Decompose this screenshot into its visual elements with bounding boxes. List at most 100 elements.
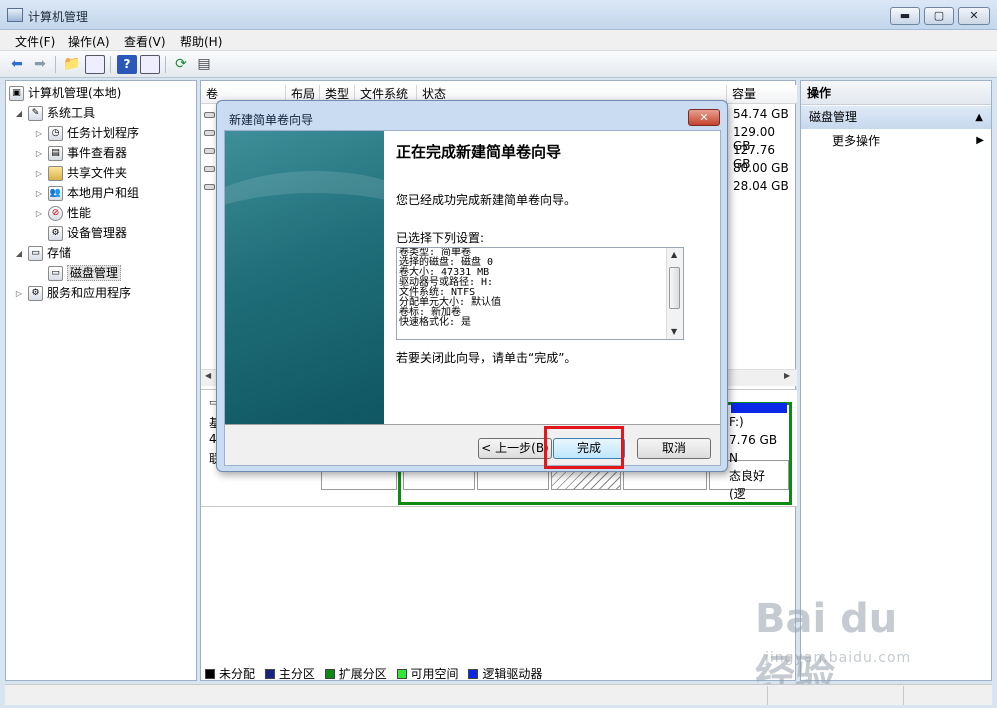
button-separator: [225, 424, 720, 425]
logical-drive-bar: [731, 403, 787, 413]
tree-item-root[interactable]: ▣ 计算机管理(本地): [9, 84, 121, 103]
actions-section-label: 磁盘管理: [809, 110, 858, 124]
dialog-close-button[interactable]: ✕: [688, 109, 720, 126]
menubar: 文件(F) 操作(A) 查看(V) 帮助(H): [0, 30, 997, 51]
properties-icon[interactable]: [140, 55, 160, 74]
tree-item-event-viewer[interactable]: ▷ ▤ 事件查看器: [34, 144, 127, 163]
finish-button-highlight-box: [544, 426, 624, 469]
window-titlebar: 计算机管理 ▬ ▢ ✕: [0, 0, 997, 30]
legend-unallocated: 未分配: [205, 667, 255, 681]
scroll-up-icon[interactable]: ▲: [671, 250, 677, 259]
wizard-content: 正在完成新建简单卷向导 您已经成功完成新建简单卷向导。 已选择下列设置: 卷类型…: [384, 131, 720, 424]
up-folder-icon[interactable]: 📁: [62, 55, 82, 74]
logical-drive-status: 态良好 (逻: [729, 469, 766, 501]
setting-line: 快速格式化: 是: [399, 317, 472, 328]
tree-item-system-tools[interactable]: ◢ ✎ 系统工具: [14, 104, 95, 123]
expand-arrow-icon[interactable]: ▷: [34, 144, 44, 163]
menu-file[interactable]: 文件(F): [15, 33, 55, 50]
volume-icon: [204, 130, 215, 136]
legend-primary: 主分区: [264, 667, 315, 681]
actions-pane: 操作 磁盘管理 ▲ 更多操作 ▶: [800, 80, 992, 681]
dialog-body: 正在完成新建简单卷向导 您已经成功完成新建简单卷向导。 已选择下列设置: 卷类型…: [224, 130, 721, 466]
expand-arrow-icon[interactable]: ▷: [34, 184, 44, 203]
scroll-down-icon[interactable]: ▼: [671, 327, 677, 336]
expand-arrow-icon[interactable]: ▷: [34, 164, 44, 183]
new-simple-volume-wizard-dialog: 新建简单卷向导 ✕ 正在完成新建简单卷向导 您已经成功完成新建简单卷向导。 已选…: [216, 100, 728, 472]
wizard-success-message: 您已经成功完成新建简单卷向导。: [396, 193, 577, 207]
banner-swoosh: [225, 171, 384, 331]
maximize-button[interactable]: ▢: [924, 7, 954, 25]
back-button[interactable]: < 上一步(B): [478, 438, 552, 459]
expand-arrow-icon[interactable]: ▷: [14, 284, 24, 303]
clock-icon: ◷: [48, 126, 63, 141]
status-cell: [767, 686, 903, 705]
status-bar: [5, 684, 992, 705]
wizard-side-banner: [225, 131, 384, 424]
partition-legend: 未分配 主分区 扩展分区 可用空间 逻辑驱动器: [205, 665, 548, 681]
refresh-icon[interactable]: ⟳: [171, 55, 191, 74]
tree-item-task-scheduler[interactable]: ▷ ◷ 任务计划程序: [34, 124, 139, 143]
legend-swatch: [324, 669, 335, 679]
watermark-url: jingyan.baidu.com: [765, 650, 912, 666]
expand-arrow-icon[interactable]: ▷: [34, 124, 44, 143]
disk-management-icon: ▭: [48, 266, 63, 281]
minimize-button[interactable]: ▬: [890, 7, 920, 25]
legend-swatch: [205, 669, 215, 679]
toolbar: ⬅ ➡ 📁 ? ⟳ ▤: [0, 51, 997, 78]
tree-item-shared-folders[interactable]: ▷ 共享文件夹: [34, 164, 127, 183]
tree-item-services-apps[interactable]: ▷ ⚙ 服务和应用程序: [14, 284, 131, 303]
volume-icon: [204, 148, 215, 154]
scroll-right-icon[interactable]: ▶: [784, 371, 790, 380]
menu-view[interactable]: 查看(V): [124, 33, 166, 50]
console-tree: ▣ 计算机管理(本地) ◢ ✎ 系统工具 ▷ ◷ 任务计划程序 ▷ ▤ 事件查看器 ▷ 共享文件…: [5, 80, 197, 681]
export-list-icon[interactable]: ▤: [194, 55, 214, 74]
back-arrow-icon[interactable]: ⬅: [7, 55, 27, 74]
settings-label: 已选择下列设置:: [396, 231, 485, 245]
more-actions-item[interactable]: 更多操作 ▶: [832, 133, 984, 149]
show-hide-tree-icon[interactable]: [85, 55, 105, 74]
legend-swatch: [468, 669, 479, 679]
legend-swatch: [396, 669, 407, 679]
actions-header: 操作: [801, 81, 991, 105]
tree-item-performance[interactable]: ▷ ⊘ 性能: [34, 204, 91, 223]
scroll-left-icon[interactable]: ◀: [205, 371, 211, 380]
actions-section-disk-management[interactable]: 磁盘管理 ▲: [801, 106, 991, 129]
device-manager-icon: ⚙: [48, 226, 63, 241]
volume-icon: [204, 166, 215, 172]
scrollbar-thumb[interactable]: [669, 267, 680, 309]
settings-listbox[interactable]: 卷类型: 简单卷 选择的磁盘: 磁盘 0 卷大小: 47331 MB 驱动器号或…: [396, 247, 684, 340]
legend-logical: 逻辑驱动器: [468, 667, 542, 681]
watermark-logo: Bai du 经验: [755, 596, 898, 698]
event-log-icon: ▤: [48, 146, 63, 161]
expand-arrow-icon[interactable]: ▷: [34, 204, 44, 223]
settings-scrollbar[interactable]: ▲ ▼: [666, 248, 683, 339]
tree-item-disk-management[interactable]: ▭ 磁盘管理: [48, 264, 122, 283]
cancel-button[interactable]: 取消: [637, 438, 711, 459]
close-window-button[interactable]: ✕: [958, 7, 990, 25]
legend-swatch: [264, 669, 275, 679]
collapse-arrow-icon[interactable]: ◢: [14, 244, 24, 263]
wizard-heading: 正在完成新建简单卷向导: [396, 143, 562, 161]
status-cell: [903, 686, 992, 705]
help-icon[interactable]: ?: [117, 55, 137, 74]
collapse-arrow-icon[interactable]: ◢: [14, 104, 24, 123]
window-title: 计算机管理: [28, 10, 89, 24]
menu-help[interactable]: 帮助(H): [180, 33, 222, 50]
column-capacity[interactable]: 容量: [727, 85, 797, 104]
collapse-up-icon[interactable]: ▲: [975, 106, 983, 129]
tree-item-storage[interactable]: ◢ ▭ 存储: [14, 244, 71, 263]
submenu-arrow-icon: ▶: [976, 135, 984, 146]
baidu-watermark: Bai du 经验 jingyan.baidu.com: [755, 596, 945, 698]
forward-arrow-icon[interactable]: ➡: [30, 55, 50, 74]
more-actions-label: 更多操作: [832, 134, 881, 148]
tools-icon: ✎: [28, 106, 43, 121]
volume-icon: [204, 184, 215, 190]
menu-action[interactable]: 操作(A): [68, 33, 110, 50]
computer-management-icon: [7, 8, 23, 22]
tree-item-local-users[interactable]: ▷ 👥 本地用户和组: [34, 184, 139, 203]
logical-drive-info[interactable]: F:) 7.76 GB N 态良好 (逻: [729, 413, 785, 501]
performance-icon: ⊘: [48, 206, 63, 221]
logical-drive-size: 7.76 GB N: [729, 433, 778, 465]
volume-capacity: 54.74 GB: [733, 107, 789, 121]
tree-item-device-manager[interactable]: ⚙ 设备管理器: [48, 224, 127, 243]
